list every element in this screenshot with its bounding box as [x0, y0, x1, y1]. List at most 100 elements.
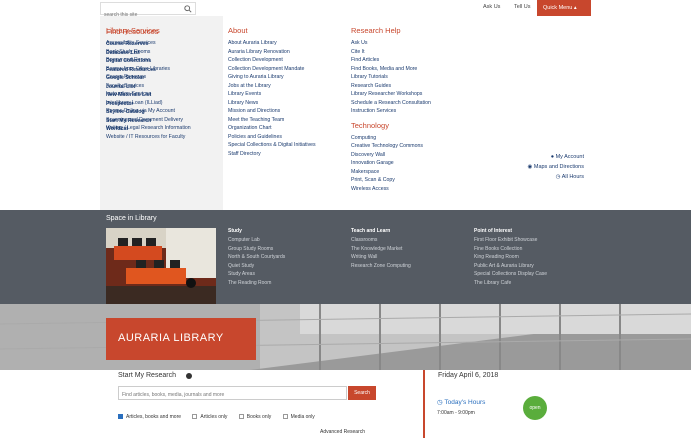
help-icon[interactable] [186, 373, 192, 379]
all-hours-link[interactable]: ◷ All Hours [556, 174, 584, 180]
menu-link[interactable]: Makerspace [351, 168, 431, 177]
space-link[interactable]: The Reading Room [228, 279, 285, 288]
scope-option-books[interactable]: Books only [238, 414, 271, 420]
menu-link[interactable]: Website / IT Resources for Faculty [106, 133, 191, 142]
my-account-link[interactable]: ● My Account [551, 154, 584, 160]
checkbox-icon[interactable] [192, 414, 198, 420]
menu-link[interactable]: Library Events [228, 90, 316, 99]
menu-link[interactable]: Jobs at the Library [228, 82, 316, 91]
menu-link[interactable]: Innovation Garage [351, 159, 431, 168]
research-search-input[interactable] [118, 386, 347, 400]
menu-link[interactable]: Staff Directory [228, 150, 316, 159]
search-scope-options: Articles, books and more Articles only B… [118, 414, 325, 422]
menu-link[interactable]: Library Researcher Workshops [351, 90, 431, 99]
menu-link[interactable]: Collection Development Mandate [228, 65, 316, 74]
menu-link[interactable]: Find Books, Media and More [351, 65, 431, 74]
todays-hours-link[interactable]: ◷ Today's Hours [437, 398, 485, 406]
menu-heading[interactable]: Research Help [351, 26, 431, 35]
space-link[interactable]: Writing Wall [351, 253, 411, 262]
auraria-library-logo[interactable]: AURARIA LIBRARY [106, 318, 256, 360]
scope-label: Articles, books and more [126, 414, 182, 420]
menu-link[interactable]: Print, Scan & Copy [351, 176, 431, 185]
map-icon: ◉ [527, 164, 533, 170]
space-group-heading[interactable]: Study [228, 228, 285, 234]
checkbox-icon[interactable] [118, 414, 123, 420]
space-teach-group: Teach and Learn Classrooms The Knowledge… [351, 228, 411, 270]
menu-heading[interactable]: About [228, 26, 316, 35]
menu-link[interactable]: Course Reserves [106, 73, 191, 82]
space-link[interactable]: First Floor Exhibit Showcase [474, 236, 547, 245]
space-link[interactable]: North & South Courtyards [228, 253, 285, 262]
space-in-library-section: Space in Library Study Computer Lab Grou… [0, 210, 691, 304]
search-icon[interactable] [184, 5, 192, 13]
research-title: Start My Research [118, 372, 176, 379]
checkbox-icon[interactable] [282, 414, 288, 420]
menu-link[interactable]: Interlibrary Loan (ILLiad) [106, 99, 191, 108]
menu-heading[interactable]: Library Services [106, 26, 191, 35]
menu-link[interactable]: Find Articles [351, 56, 431, 65]
space-study-group: Study Computer Lab Group Study Rooms Nor… [228, 228, 285, 287]
menu-link[interactable]: Schedule a Research Consultation [351, 99, 431, 108]
scope-option-all[interactable]: Articles, books and more [118, 414, 181, 420]
space-group-heading[interactable]: Point of Interest [474, 228, 547, 234]
ask-us-link[interactable]: Ask Us [483, 4, 500, 10]
menu-link[interactable]: Mission and Directions [228, 107, 316, 116]
menu-link[interactable]: Instruction Services [106, 90, 191, 99]
menu-link[interactable]: Research Guides [351, 82, 431, 91]
menu-link[interactable]: Renew Online via My Account [106, 107, 191, 116]
space-link[interactable]: Public Art & Auraria Library [474, 262, 547, 271]
mega-menu: Library Services Accessibility Services … [100, 16, 591, 210]
scope-option-articles[interactable]: Articles only [192, 414, 227, 420]
menu-heading[interactable]: Technology [351, 121, 431, 130]
tell-us-link[interactable]: Tell Us [514, 4, 531, 10]
menu-link[interactable]: Meet the Teaching Team [228, 116, 316, 125]
space-link[interactable]: The Knowledge Market [351, 245, 411, 254]
space-link[interactable]: Quiet Study [228, 262, 285, 271]
menu-link[interactable]: Ask Us [351, 39, 431, 48]
menu-link[interactable]: Organization Chart [228, 124, 316, 133]
space-link[interactable]: Computer Lab [228, 236, 285, 245]
top-bar: Ask Us Tell Us Quick Menu ▴ [0, 0, 691, 21]
research-search-button[interactable]: Search [348, 386, 376, 400]
space-link[interactable]: The Library Cafe [474, 279, 547, 288]
menu-link[interactable]: Instruction Services [351, 107, 431, 116]
quick-menu-button[interactable]: Quick Menu ▴ [537, 0, 591, 16]
menu-link[interactable]: Borrow from Other Libraries [106, 65, 191, 74]
menu-research-help: Research Help Ask Us Cite It Find Articl… [351, 26, 431, 193]
site-search[interactable] [100, 2, 196, 21]
space-link[interactable]: Special Collections Display Case [474, 270, 547, 279]
research-and-hours: Start My Research Search Articles, books… [0, 370, 691, 438]
space-link[interactable]: King Reading Room [474, 253, 547, 262]
scope-option-media[interactable]: Media only [282, 414, 315, 420]
checkbox-icon[interactable] [238, 414, 244, 420]
menu-link[interactable]: Faculty Services [106, 82, 191, 91]
menu-link[interactable]: Accessibility Services [106, 39, 191, 48]
space-link[interactable]: Study Areas [228, 270, 285, 279]
advanced-research-link[interactable]: Advanced Research [320, 429, 365, 435]
space-link[interactable]: Classrooms [351, 236, 411, 245]
menu-link[interactable]: Creative Technology Commons [351, 142, 431, 151]
menu-link[interactable]: Policies and Guidelines [228, 133, 316, 142]
space-link[interactable]: Fine Books Collection [474, 245, 547, 254]
menu-link[interactable]: Special Collections & Digital Initiative… [228, 141, 316, 150]
menu-link[interactable]: Scanning and Document Delivery [106, 116, 191, 125]
logo-text: AURARIA LIBRARY [118, 332, 224, 344]
space-link[interactable]: Group Study Rooms [228, 245, 285, 254]
menu-link[interactable]: Visiting / Legal Research Information [106, 124, 191, 133]
space-group-heading[interactable]: Teach and Learn [351, 228, 411, 234]
menu-link[interactable]: Giving to Auraria Library [228, 73, 316, 82]
menu-link[interactable]: Cite It [351, 48, 431, 57]
menu-link[interactable]: Computing [351, 134, 431, 143]
current-date: Friday April 6, 2018 [438, 372, 499, 379]
menu-link[interactable]: Library News [228, 99, 316, 108]
menu-link[interactable]: Discovery Wall [351, 151, 431, 160]
menu-link[interactable]: Library Tutorials [351, 73, 431, 82]
menu-link[interactable]: Borrow and Renew [106, 56, 191, 65]
maps-directions-link[interactable]: ◉ Maps and Directions [528, 164, 584, 170]
menu-link[interactable]: About Auraria Library [228, 39, 316, 48]
space-link[interactable]: Research Zone Computing [351, 262, 411, 271]
menu-link[interactable]: Book Study Rooms [106, 48, 191, 57]
menu-link[interactable]: Wireless Access [351, 185, 431, 194]
menu-link[interactable]: Auraria Library Renovation [228, 48, 316, 57]
menu-link[interactable]: Collection Development [228, 56, 316, 65]
